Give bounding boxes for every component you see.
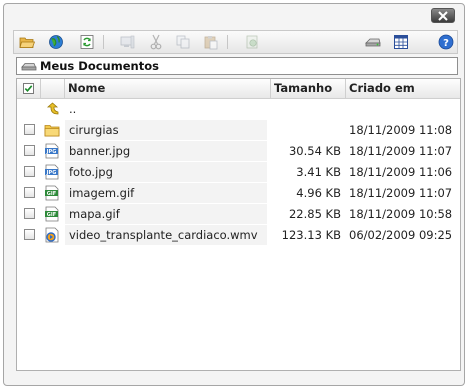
grid-view-icon	[394, 35, 408, 49]
file-browser-window: ? Meus Documentos Nome Tamanho Criado em…	[3, 3, 465, 386]
svg-text:GIF: GIF	[47, 191, 56, 197]
path-bar: Meus Documentos	[16, 57, 458, 75]
file-created-date: 18/11/2009 11:08	[349, 123, 453, 137]
drive-icon	[21, 63, 37, 71]
select-all-cell	[17, 79, 41, 98]
row-checkbox[interactable]	[24, 145, 35, 156]
svg-text:JPG: JPG	[46, 170, 57, 176]
refresh-button[interactable]	[78, 33, 96, 51]
paste-button[interactable]	[202, 33, 220, 51]
file-name[interactable]: video_transplante_cardiaco.wmv	[69, 225, 258, 245]
file-size: 4.96 KB	[296, 186, 341, 200]
file-name[interactable]: mapa.gif	[69, 204, 120, 224]
svg-text:JPG: JPG	[46, 149, 57, 155]
list-header: Nome Tamanho Criado em	[17, 79, 460, 99]
row-checkbox[interactable]	[24, 124, 35, 135]
file-size: 123.13 KB	[281, 228, 341, 242]
file-created-date: 18/11/2009 11:07	[349, 144, 453, 158]
cut-icon	[150, 34, 162, 50]
file-name[interactable]: banner.jpg	[69, 141, 130, 161]
help-icon: ?	[438, 34, 454, 50]
delete-button[interactable]	[243, 33, 261, 51]
row-checkbox[interactable]	[24, 208, 35, 219]
file-list: Nome Tamanho Criado em .. cirurgias 18/11/…	[16, 78, 461, 371]
grid-view-button[interactable]	[392, 33, 410, 51]
file-created-date: 18/11/2009 11:07	[349, 186, 453, 200]
toolbar-separator	[103, 35, 104, 49]
row-checkbox[interactable]	[24, 229, 35, 240]
row-checkbox[interactable]	[24, 187, 35, 198]
jpg-file-icon: JPG	[44, 164, 60, 180]
drive-button[interactable]	[364, 33, 382, 51]
refresh-icon	[80, 35, 94, 49]
file-name[interactable]: foto.jpg	[69, 162, 113, 182]
select-all-checkbox[interactable]	[23, 83, 34, 94]
copy-icon	[176, 35, 190, 49]
help-button[interactable]: ?	[437, 33, 455, 51]
table-row[interactable]: video_transplante_cardiaco.wmv 123.13 KB 0…	[17, 225, 460, 245]
gif-file-icon: GIF	[44, 206, 60, 222]
file-size: 22.85 KB	[288, 207, 341, 221]
paste-icon	[204, 36, 218, 50]
file-size	[271, 120, 341, 140]
column-header-created[interactable]: Criado em	[346, 79, 460, 98]
table-row[interactable]: GIF mapa.gif 22.85 KB 18/11/2009 10:58	[17, 204, 460, 224]
copy-button[interactable]	[174, 33, 192, 51]
row-checkbox[interactable]	[24, 166, 35, 177]
globe-icon	[49, 35, 63, 49]
parent-folder-row[interactable]: ..	[17, 99, 460, 119]
current-path: Meus Documentos	[40, 59, 159, 73]
close-button[interactable]	[431, 8, 455, 23]
cut-button[interactable]	[147, 33, 165, 51]
svg-text:GIF: GIF	[47, 212, 56, 218]
table-row[interactable]: JPG foto.jpg 3.41 KB 18/11/2009 11:06	[17, 162, 460, 182]
file-size: 3.41 KB	[296, 165, 341, 179]
view-button[interactable]	[118, 33, 136, 51]
file-created-date: 18/11/2009 11:06	[349, 165, 453, 179]
drive-icon	[365, 38, 381, 47]
folder-icon	[44, 122, 60, 138]
column-header-name[interactable]: Nome	[65, 79, 271, 98]
svg-text:?: ?	[443, 38, 449, 49]
file-created-date: 06/02/2009 09:25	[349, 228, 453, 242]
up-folder-icon	[44, 101, 60, 117]
file-created-date: 18/11/2009 10:58	[349, 207, 453, 221]
open-folder-icon	[19, 37, 35, 48]
title-bar	[4, 4, 464, 26]
toolbar: ?	[13, 30, 458, 54]
open-folder-button[interactable]	[18, 33, 36, 51]
file-size	[271, 99, 341, 119]
table-row[interactable]: cirurgias 18/11/2009 11:08	[17, 120, 460, 140]
icon-column-header	[41, 79, 65, 98]
file-name[interactable]: imagem.gif	[69, 183, 134, 203]
gif-file-icon: GIF	[44, 185, 60, 201]
toolbar-separator	[227, 35, 228, 49]
delete-icon	[246, 35, 258, 49]
globe-button[interactable]	[47, 33, 65, 51]
file-name[interactable]: ..	[69, 99, 76, 119]
file-size: 30.54 KB	[288, 144, 341, 158]
close-icon	[438, 10, 448, 21]
column-header-size[interactable]: Tamanho	[271, 79, 346, 98]
table-row[interactable]: JPG banner.jpg 30.54 KB 18/11/2009 11:07	[17, 141, 460, 161]
file-name[interactable]: cirurgias	[69, 120, 119, 140]
table-row[interactable]: GIF imagem.gif 4.96 KB 18/11/2009 11:07	[17, 183, 460, 203]
view-icon	[120, 35, 135, 49]
video-file-icon	[44, 227, 60, 243]
jpg-file-icon: JPG	[44, 143, 60, 159]
